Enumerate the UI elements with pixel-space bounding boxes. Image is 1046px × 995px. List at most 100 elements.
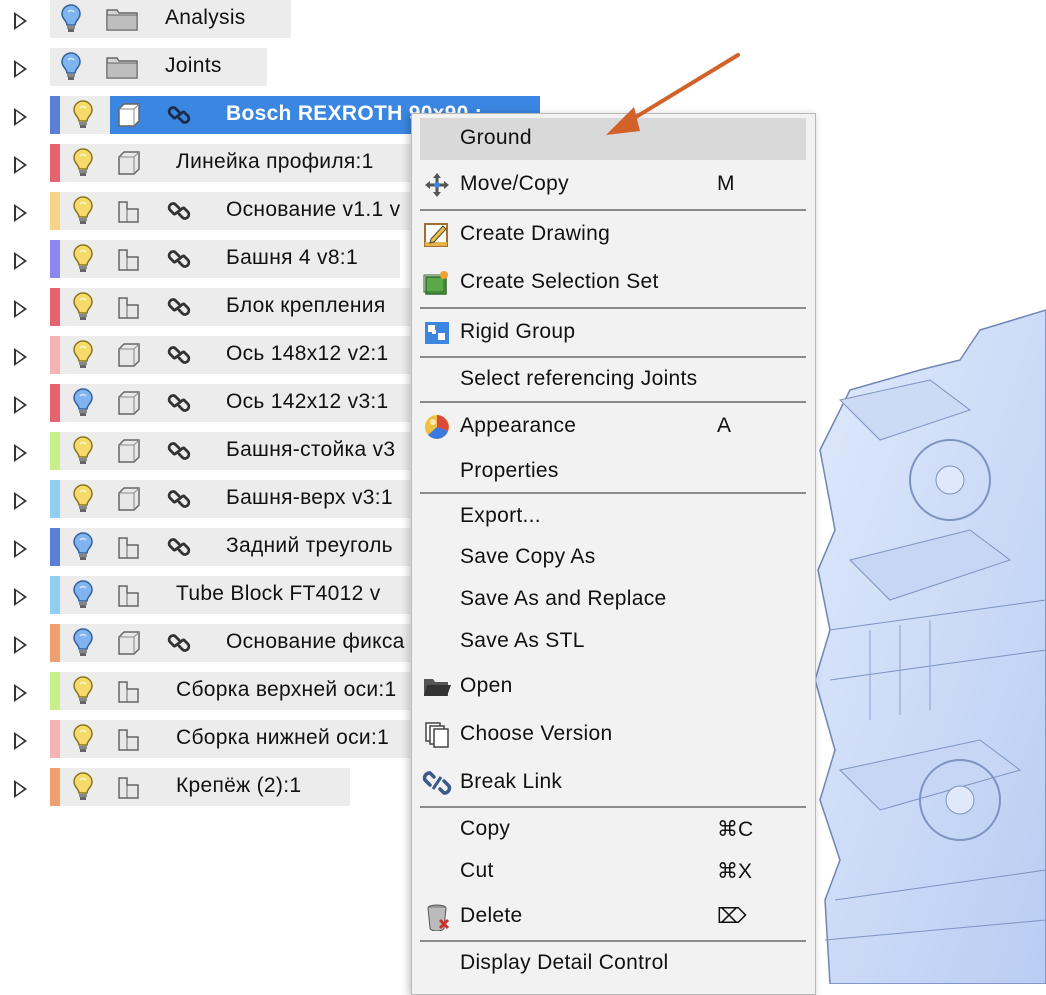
assembly-icon [118,681,139,703]
expand-triangle-icon[interactable] [14,12,27,30]
component-icon [118,391,140,415]
menu-item-label: Save As and Replace [460,587,667,610]
visibility-bulb-icon[interactable] [72,244,94,274]
visibility-bulb-icon[interactable] [72,100,94,130]
component-color-bar [50,144,60,182]
component-color-bar [50,480,60,518]
expand-triangle-icon[interactable] [14,204,27,222]
assembly-icon [118,201,139,223]
expand-triangle-icon[interactable] [14,60,27,78]
shortcut-label: A [717,414,732,437]
menu-item-open[interactable]: Open [420,666,806,708]
shortcut-label: ⌘C [717,818,754,841]
component-color-bar [50,288,60,326]
expand-triangle-icon[interactable] [14,684,27,702]
menu-item-export[interactable]: Export... [420,496,806,538]
expand-triangle-icon[interactable] [14,732,27,750]
component-icon [118,631,140,655]
tree-row[interactable]: Analysis [0,0,1046,44]
component-icon [118,487,140,511]
link-chain-icon [167,634,191,652]
visibility-bulb-icon[interactable] [72,196,94,226]
assembly-icon [118,297,139,319]
tree-row[interactable]: Joints [0,48,1046,92]
expand-triangle-icon[interactable] [14,636,27,654]
menu-item-create-drawing[interactable]: Create Drawing [420,214,806,256]
visibility-bulb-icon[interactable] [72,436,94,466]
menu-item-display-detail-control[interactable]: Display Detail Control [420,943,806,985]
menu-item-appearance[interactable]: Appearance A [420,406,806,448]
menu-item-select-referencing-joints[interactable]: Select referencing Joints [420,359,806,401]
visibility-bulb-icon[interactable] [72,628,94,658]
menu-item-choose-version[interactable]: Choose Version [420,714,806,756]
menu-item-move-copy[interactable]: Move/Copy M [420,164,806,206]
menu-item-label: Choose Version [460,722,613,745]
expand-triangle-icon[interactable] [14,588,27,606]
annotation-arrow [606,53,740,135]
menu-separator [420,209,806,211]
drawing-icon [424,223,448,247]
visibility-bulb-icon[interactable] [72,484,94,514]
menu-item-rigid-group[interactable]: Rigid Group [420,312,806,354]
expand-triangle-icon[interactable] [14,300,27,318]
expand-triangle-icon[interactable] [14,108,27,126]
menu-item-cut[interactable]: Cut ⌘X [420,851,806,893]
visibility-bulb-icon[interactable] [72,580,94,610]
tree-row-label: Блок крепления [226,294,386,317]
expand-triangle-icon[interactable] [14,348,27,366]
link-chain-icon [167,394,191,412]
visibility-bulb-icon[interactable] [72,676,94,706]
expand-triangle-icon[interactable] [14,396,27,414]
visibility-bulb-icon[interactable] [60,4,82,34]
expand-triangle-icon[interactable] [14,780,27,798]
visibility-bulb-icon[interactable] [72,340,94,370]
component-color-bar [50,720,60,758]
menu-item-create-selection-set[interactable]: Create Selection Set [420,262,806,304]
visibility-bulb-icon[interactable] [72,532,94,562]
menu-separator [420,940,806,942]
expand-triangle-icon[interactable] [14,492,27,510]
visibility-bulb-icon[interactable] [72,388,94,418]
tree-row-label: Линейка профиля:1 [176,150,374,173]
folder-icon [106,57,138,79]
tree-row-label: Основание фикса [226,630,405,653]
menu-item-copy[interactable]: Copy ⌘C [420,809,806,851]
tree-row-label: Башня 4 v8:1 [226,246,358,269]
link-chain-icon [167,202,191,220]
component-color-bar [50,672,60,710]
visibility-bulb-icon[interactable] [72,724,94,754]
tree-row-label: Башня-верх v3:1 [226,486,393,509]
visibility-bulb-icon[interactable] [60,52,82,82]
component-color-bar [50,768,60,806]
assembly-icon [118,729,139,751]
component-color-bar [50,240,60,278]
assembly-icon [118,249,139,271]
open-folder-icon [424,679,451,696]
visibility-bulb-icon[interactable] [72,148,94,178]
context-menu: Ground Move/Copy M Create Drawing Create… [411,113,816,995]
menu-item-save-as-and-replace[interactable]: Save As and Replace [420,579,806,621]
menu-item-break-link[interactable]: Break Link [420,762,806,804]
assembly-icon [118,777,139,799]
menu-item-save-as-stl[interactable]: Save As STL [420,621,806,663]
menu-item-delete[interactable]: Delete ⌦ [420,896,806,938]
component-color-bar [50,528,60,566]
menu-item-save-copy-as[interactable]: Save Copy As [420,537,806,579]
visibility-bulb-icon[interactable] [72,292,94,322]
expand-triangle-icon[interactable] [14,540,27,558]
component-icon [118,343,140,367]
tree-row-label: Сборка верхней оси:1 [176,678,397,701]
menu-item-label: Delete [460,904,523,927]
menu-item-label: Properties [460,459,559,482]
component-icon [118,151,140,175]
menu-item-label: Break Link [460,770,563,793]
menu-item-label: Ground [460,126,532,149]
expand-triangle-icon[interactable] [14,252,27,270]
folder-icon [106,9,138,31]
tree-row-label: Tube Block FT4012 v [176,582,381,605]
visibility-bulb-icon[interactable] [72,772,94,802]
expand-triangle-icon[interactable] [14,156,27,174]
link-chain-icon [167,442,191,460]
expand-triangle-icon[interactable] [14,444,27,462]
menu-item-properties[interactable]: Properties [420,451,806,493]
